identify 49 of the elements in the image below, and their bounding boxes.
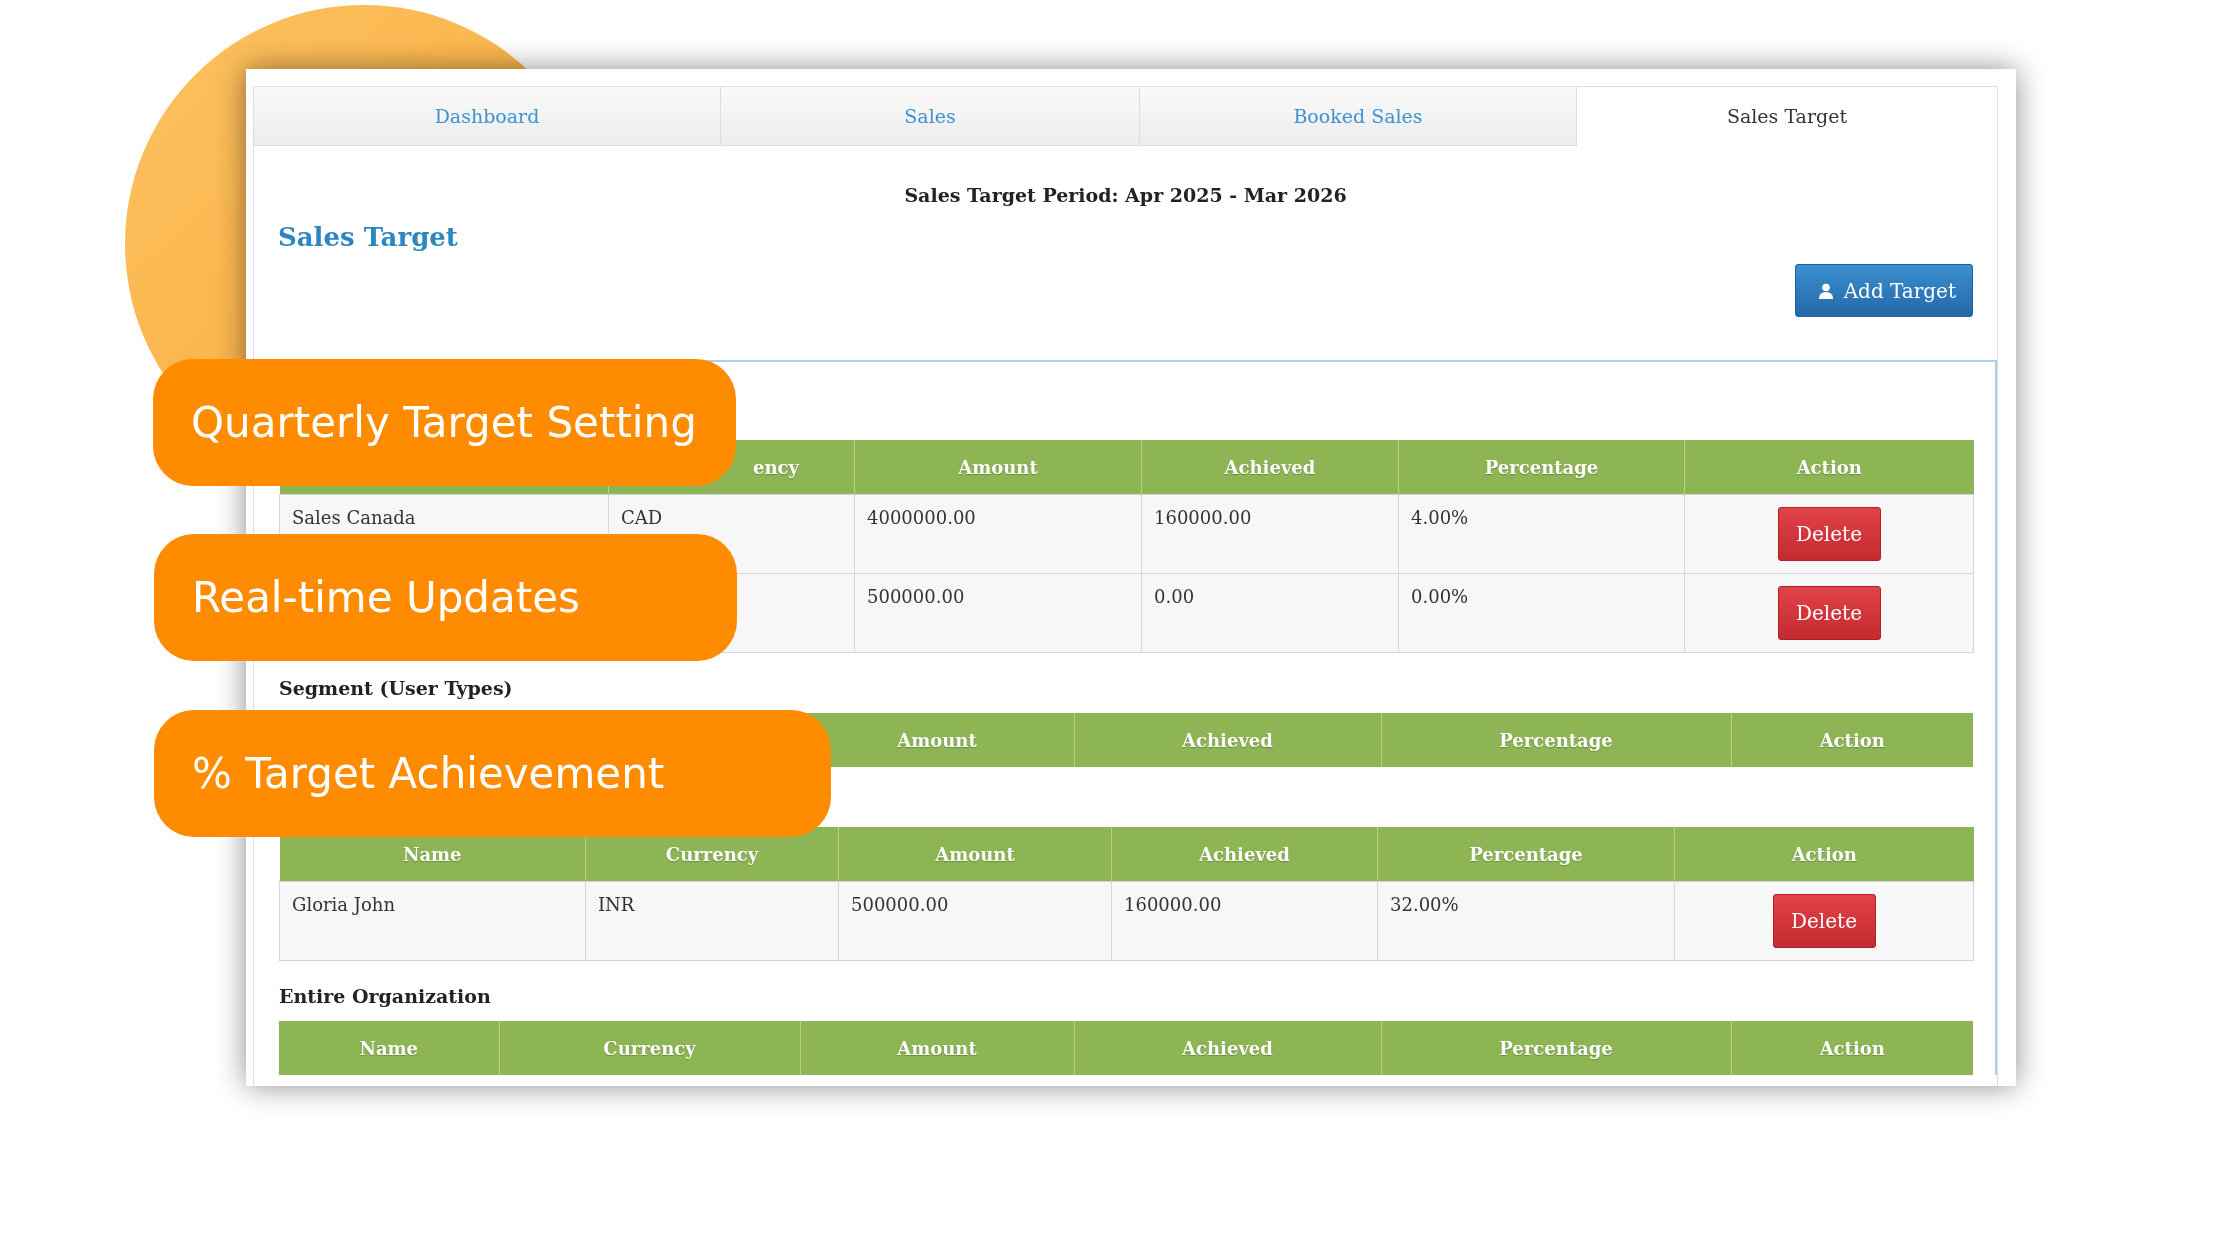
column-header: Percentage [1499,1037,1613,1059]
column-header: Achieved [1182,729,1273,751]
feature-callout: Quarterly Target Setting [153,359,736,486]
column-header: Amount [958,456,1038,478]
table-cell: 160000.00 [1124,894,1222,915]
column-header: Percentage [1469,843,1583,865]
table-cell: Sales Canada [292,507,416,528]
column-header: Name [359,1037,419,1059]
table-cell: INR [598,894,635,915]
page-heading: Sales Target [278,222,459,252]
delete-button[interactable]: Delete [1777,507,1881,561]
column-header: Percentage [1499,729,1613,751]
column-header: Amount [935,843,1015,865]
column-header: Currency [603,1037,696,1059]
section-title: Segment (User Types) [279,677,513,699]
add-target-button[interactable]: Add Target [1794,264,1973,317]
column-header: Achieved [1224,456,1316,478]
column-header: Currency [665,843,759,865]
table-cell: Gloria John [292,894,396,915]
table-cell: 32.00% [1390,894,1459,915]
period-title: Sales Target Period: Apr 2025 - Mar 2026 [903,184,1348,206]
column-header: Action [1796,456,1862,478]
table-cell: CAD [621,507,663,528]
table-cell: 4000000.00 [867,507,976,528]
column-header: Percentage [1484,456,1599,478]
table-cell: 500000.00 [867,586,965,607]
delete-button[interactable]: Delete [1777,586,1881,640]
delete-button[interactable]: Delete [1772,894,1876,948]
tab[interactable]: Dashboard [254,87,721,146]
column-header: Achieved [1182,1037,1273,1059]
column-header: ency [753,456,799,478]
column-header: Amount [897,729,977,751]
feature-callout: Real-time Updates [154,534,737,661]
section-title: Entire Organization [279,985,491,1007]
user-icon [1817,282,1834,299]
column-header: Action [1791,843,1857,865]
column-header: Name [402,843,462,865]
column-header: Action [1819,729,1885,751]
table-cell: 500000.00 [851,894,949,915]
table-cell: 160000.00 [1154,507,1252,528]
tab[interactable]: Booked Sales [1140,87,1577,146]
table-cell: 0.00% [1411,586,1469,607]
column-header: Achieved [1199,843,1290,865]
table-cell: 0.00 [1154,586,1195,607]
table-cell: 4.00% [1411,507,1469,528]
tab[interactable]: Sales [721,87,1140,146]
column-header: Amount [897,1037,977,1059]
column-header: Action [1819,1037,1885,1059]
feature-callout: % Target Achievement [154,710,831,837]
